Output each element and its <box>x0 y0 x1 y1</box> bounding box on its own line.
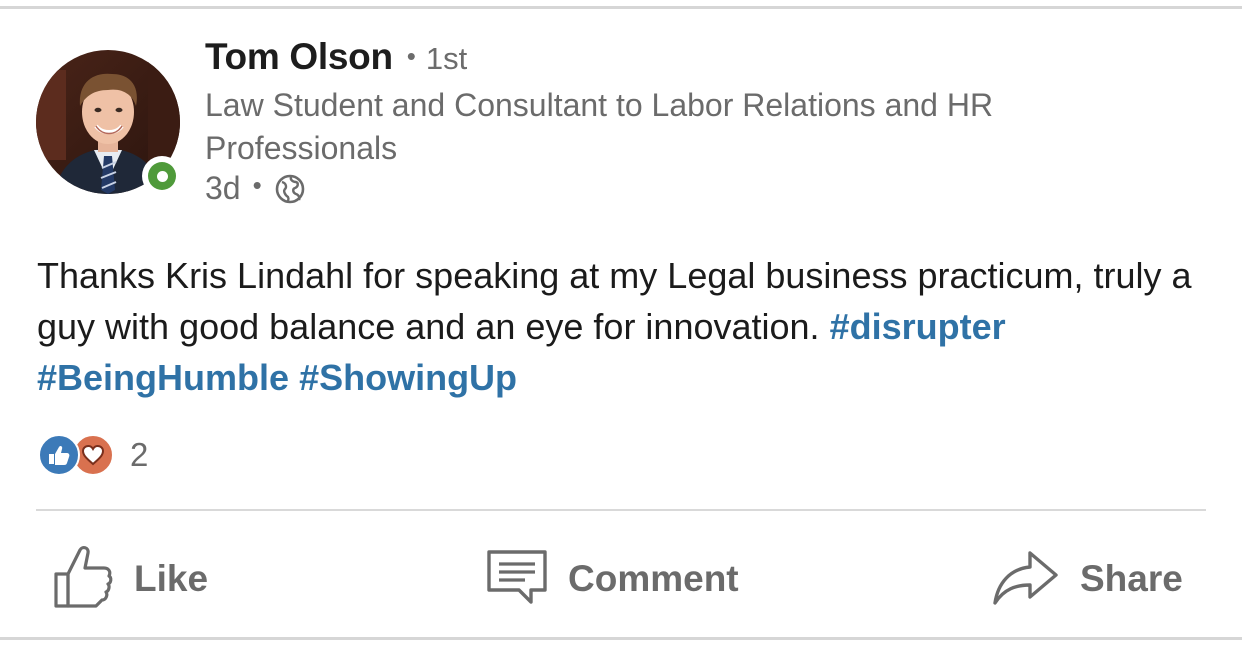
author-line: Tom Olson • 1st <box>205 36 467 80</box>
top-divider <box>0 6 1242 9</box>
actions-divider <box>36 509 1206 511</box>
like-button[interactable]: Like <box>52 544 208 614</box>
post-time: 3d <box>205 170 241 206</box>
degree-separator: • <box>406 41 416 71</box>
reaction-count: 2 <box>130 436 149 473</box>
bottom-divider <box>0 637 1242 640</box>
connection-degree: 1st <box>425 41 468 76</box>
like-reaction-icon <box>38 434 80 476</box>
online-status-icon <box>148 162 176 190</box>
hashtag-disrupter[interactable]: #disrupter <box>830 306 1006 347</box>
post-meta: 3d • <box>205 170 306 207</box>
like-label: Like <box>134 558 209 599</box>
hashtag-showing-up[interactable]: #ShowingUp <box>299 357 517 398</box>
comment-button[interactable]: Comment <box>486 544 739 614</box>
share-button[interactable]: Share <box>990 544 1183 614</box>
globe-icon <box>274 173 306 205</box>
comment-icon <box>486 548 548 611</box>
post-text: Thanks Kris Lindahl for speaking at my L… <box>37 255 1192 347</box>
thumbs-up-icon <box>52 544 114 615</box>
meta-separator: • <box>252 170 262 200</box>
author-name[interactable]: Tom Olson <box>205 36 393 78</box>
online-status-indicator <box>142 156 182 196</box>
comment-label: Comment <box>568 558 739 599</box>
share-arrow-icon <box>990 547 1060 612</box>
share-label: Share <box>1080 558 1183 599</box>
post-body: Thanks Kris Lindahl for speaking at my L… <box>37 250 1197 403</box>
author-headline: Law Student and Consultant to Labor Rela… <box>205 87 994 166</box>
hashtag-being-humble[interactable]: #BeingHumble <box>37 357 289 398</box>
reactions-summary[interactable]: 2 <box>38 433 148 477</box>
